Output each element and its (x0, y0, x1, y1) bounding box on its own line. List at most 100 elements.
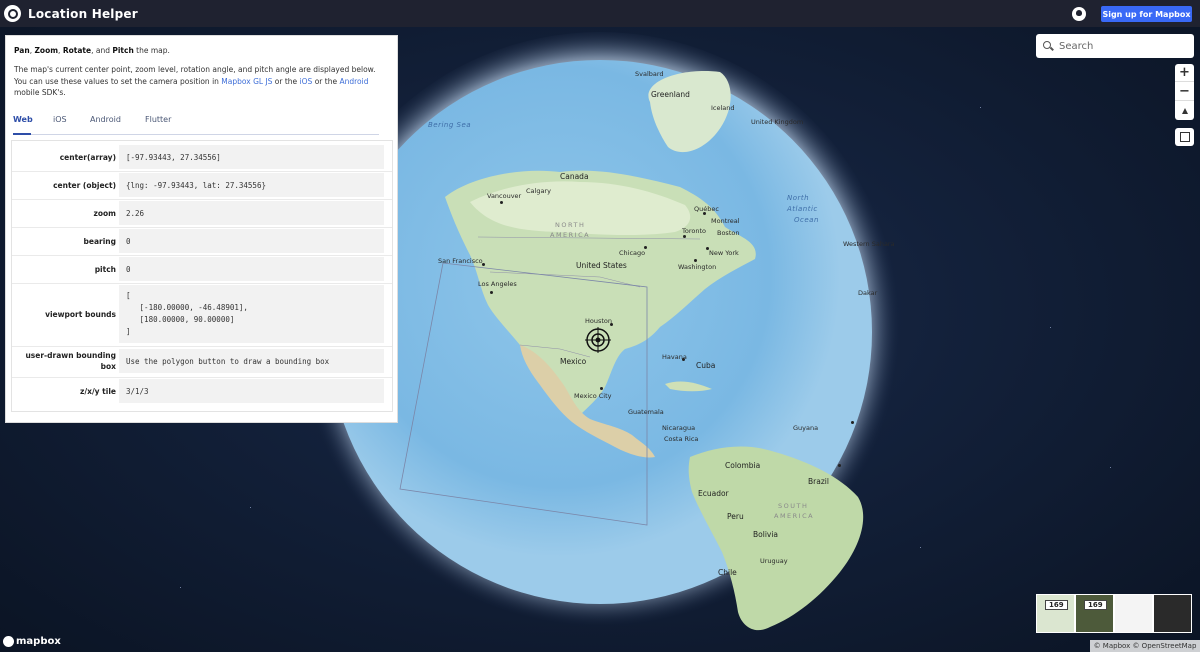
map-label-chicago: Chicago (619, 249, 646, 257)
star (920, 547, 921, 548)
map-label-atlantic-ocean: Atlantic (787, 205, 818, 213)
reset-bearing-button[interactable] (1175, 102, 1194, 120)
info-panel: Pan, Zoom, Rotate, and Pitch the map. Th… (5, 35, 398, 423)
mapbox-gl-js-link[interactable]: Mapbox GL JS (221, 77, 272, 86)
row-value-center-object[interactable]: {lng: -97.93443, lat: 27.34556} (119, 173, 384, 197)
row-divider (12, 255, 392, 256)
star (250, 507, 251, 508)
city-dot (490, 291, 493, 294)
row-label-tile: z/x/y tile (80, 387, 116, 396)
style-streets-thumb[interactable]: 169 (1036, 594, 1075, 633)
map-label-guatemala: Guatemala (628, 408, 664, 416)
city-dot (683, 235, 686, 238)
panel-intro: Pan, Zoom, Rotate, and Pitch the map. (14, 45, 384, 56)
route-badge: 169 (1084, 600, 1107, 610)
row-value-viewport-bounds[interactable]: [ [-180.00000, -46.48901], [180.00000, 9… (119, 285, 384, 343)
desc-text: or the (312, 76, 340, 86)
map-label-north: NORTH (555, 221, 586, 229)
row-divider (12, 346, 392, 347)
table-row: zoom 2.26 (12, 201, 392, 225)
map-label-western-sahara: Western Sahara (843, 240, 895, 248)
intro-pan: Pan (14, 46, 30, 55)
map-label-brazil: Brazil (808, 477, 829, 486)
row-value-center-array[interactable]: [-97.93443, 27.34556] (119, 145, 384, 169)
style-light-thumb[interactable] (1114, 594, 1153, 633)
row-value-tile[interactable]: 3/1/3 (119, 379, 384, 403)
table-row: center (object) {lng: -97.93443, lat: 27… (12, 173, 392, 197)
row-label-center-object: center (object) (53, 181, 116, 190)
map-label-greenland: Greenland (651, 90, 690, 99)
city-dot (500, 201, 503, 204)
city-dot (682, 358, 685, 361)
style-dark-thumb[interactable] (1153, 594, 1192, 633)
map-label-peru: Peru (727, 512, 744, 521)
row-label-pitch: pitch (94, 265, 116, 274)
github-icon[interactable] (1072, 7, 1086, 21)
search-input[interactable] (1059, 38, 1187, 54)
panel-description: The map's current center point, zoom lev… (14, 64, 384, 99)
map-label-bering-sea: Bering Sea (428, 121, 472, 129)
map-label-south-america: AMERICA (774, 512, 815, 520)
row-divider (12, 199, 392, 200)
navigation-controls: + − (1175, 64, 1194, 120)
active-tab-indicator (13, 133, 31, 135)
row-value-bearing[interactable]: 0 (119, 229, 384, 253)
zoom-out-button[interactable]: − (1175, 83, 1194, 101)
row-label-viewport-bounds: viewport bounds (45, 310, 116, 319)
city-dot (694, 259, 697, 262)
tab-web[interactable]: Web (13, 115, 33, 124)
intro-zoom: Zoom (34, 46, 59, 55)
map-label-bolivia: Bolivia (753, 530, 779, 539)
city-dot (610, 323, 613, 326)
android-link[interactable]: Android (339, 77, 368, 86)
camera-values-table: center(array) [-97.93443, 27.34556] cent… (11, 140, 393, 412)
ios-link[interactable]: iOS (300, 77, 313, 86)
map-label-chile: Chile (718, 568, 737, 577)
zoom-in-button[interactable]: + (1175, 64, 1194, 82)
tab-flutter[interactable]: Flutter (145, 115, 171, 124)
intro-rotate: Rotate (62, 46, 92, 55)
map-label-costa-rica: Costa Rica (664, 435, 699, 443)
route-badge: 169 (1045, 600, 1068, 610)
map-label-guyana: Guyana (793, 424, 819, 432)
star (180, 587, 181, 588)
map-label-united-states: United States (576, 261, 627, 270)
style-satellite-thumb[interactable]: 169 (1075, 594, 1114, 633)
city-dot (600, 387, 603, 390)
map-label-san-francisco: San Francisco (438, 257, 483, 265)
row-label-user-bbox: user-drawn bounding box (25, 351, 116, 371)
row-divider (12, 227, 392, 228)
row-label-center-array: center(array) (59, 153, 116, 162)
city-dot (644, 246, 647, 249)
map-label-mexico-city: Mexico City (574, 392, 612, 400)
top-bar: Location Helper Sign up for Mapbox (0, 0, 1200, 27)
map-label-nicaragua: Nicaragua (662, 424, 696, 432)
tab-ios[interactable]: iOS (53, 115, 67, 124)
attribution[interactable]: © Mapbox © OpenStreetMap (1090, 640, 1200, 652)
star (980, 107, 981, 108)
map-label-cuba: Cuba (696, 361, 716, 370)
signup-button[interactable]: Sign up for Mapbox (1101, 6, 1192, 22)
intro-pitch: Pitch (112, 46, 134, 55)
compass-icon (1181, 108, 1188, 114)
table-row: pitch 0 (12, 257, 392, 281)
row-divider (12, 283, 392, 284)
row-label-zoom: zoom (93, 209, 117, 218)
map-label-quebec: Québec (694, 205, 719, 213)
row-value-zoom[interactable]: 2.26 (119, 201, 384, 225)
map-label-north-ocean: North (787, 194, 810, 202)
intro-rest: the map. (133, 46, 170, 55)
mapbox-logo-icon (3, 636, 14, 647)
row-divider (12, 171, 392, 172)
row-value-user-bbox[interactable]: Use the polygon button to draw a boundin… (119, 349, 384, 373)
mapbox-logo-text: mapbox (16, 636, 61, 647)
map-label-vancouver: Vancouver (487, 192, 522, 200)
tab-android[interactable]: Android (90, 115, 121, 124)
map-label-washington: Washington (678, 263, 717, 271)
row-divider (12, 377, 392, 378)
city-dot (703, 212, 706, 215)
mapbox-logo[interactable]: mapbox (3, 636, 61, 647)
draw-polygon-button[interactable] (1175, 128, 1194, 146)
row-value-pitch[interactable]: 0 (119, 257, 384, 281)
city-dot (851, 421, 854, 424)
